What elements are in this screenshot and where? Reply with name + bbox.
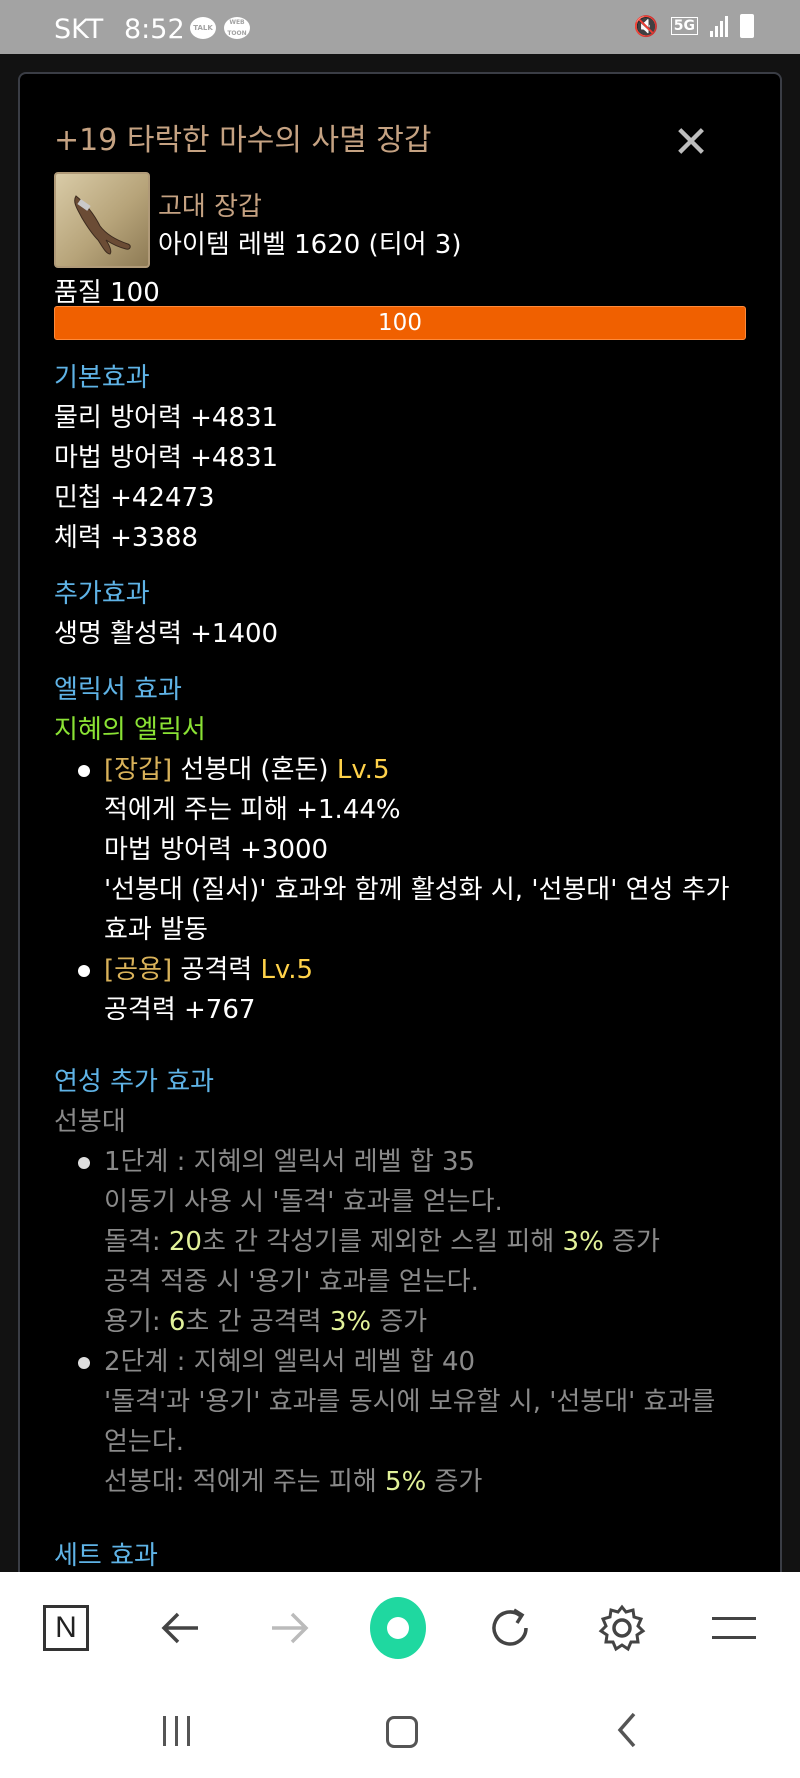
mute-icon: 🔇 [633, 14, 659, 38]
stage1-value: 3% [329, 1307, 372, 1337]
stage1-value: 3% [562, 1227, 604, 1257]
glove-icon [74, 195, 131, 255]
stage2-line: 선봉대: 적에게 주는 피해 5% 증가 [104, 1466, 482, 1498]
elixir-option-line: 효과 발동 [104, 915, 208, 945]
stage1-line: 이동기 사용 시 '돌격' 효과를 얻는다. [104, 1187, 503, 1217]
stage2-line: 얻는다. [104, 1427, 185, 1457]
elixir-option-level: Lv.5 [336, 755, 390, 785]
recent-apps-icon[interactable] [163, 1716, 190, 1746]
system-nav-bar [0, 1682, 800, 1778]
set-effect-heading: 세트 효과 [54, 1541, 158, 1571]
network-5g-icon: 5G [670, 17, 698, 35]
stage1-line: 용기: 6초 간 공격력 3% 증가 [104, 1306, 427, 1338]
item-type: 고대 장갑 [158, 192, 262, 222]
webtoon-icon: WEB TOON [224, 17, 250, 39]
elixir-option-name: 선봉대 (혼돈) [180, 755, 329, 785]
stage1-text: 용기: [104, 1307, 169, 1337]
stage2-title: 2단계 : 지혜의 엘릭서 레벨 합 40 [104, 1347, 476, 1377]
back-arrow-icon[interactable] [152, 1600, 208, 1656]
elixir-name: 지혜의 엘릭서 [54, 715, 206, 745]
close-icon[interactable]: ✕ [670, 121, 712, 166]
basic-effect-line: 물리 방어력 +4831 [54, 403, 279, 433]
bullet-icon [78, 965, 90, 977]
stage2-text: 증가 [426, 1467, 483, 1497]
stage1-line: 공격 적중 시 '용기' 효과를 얻는다. [104, 1267, 479, 1297]
elixir-option-slot: [공용] [104, 955, 173, 985]
elixir-heading: 엘릭서 효과 [54, 675, 182, 705]
kakaotalk-icon: TALK [190, 17, 216, 39]
item-title: +19 타락한 마수의 사멸 장갑 [54, 123, 432, 158]
stage1-line: 돌격: 20초 간 각성기를 제외한 스킬 피해 3% 증가 [104, 1226, 660, 1258]
stage1-value: 6 [168, 1307, 186, 1337]
stage1-text: 초 간 각성기를 제외한 스킬 피해 [201, 1227, 563, 1257]
additional-effect-heading: 추가효과 [54, 579, 150, 609]
elixir-option-level: Lv.5 [260, 955, 314, 985]
additional-effect-line: 생명 활성력 +1400 [54, 619, 279, 649]
naver-icon[interactable]: N [38, 1600, 94, 1656]
elixir-option-line: 적에게 주는 피해 +1.44% [104, 795, 401, 825]
basic-effect-line: 마법 방어력 +4831 [54, 443, 279, 473]
elixir-option-slot: [장갑] [104, 755, 173, 785]
stage1-text: 증가 [603, 1227, 660, 1257]
basic-effect-line: 민첩 +42473 [54, 483, 215, 513]
item-thumbnail [54, 172, 150, 268]
synthesis-name: 선봉대 [54, 1107, 126, 1137]
green-dot-icon[interactable] [370, 1597, 426, 1659]
quality-bar: 100 [54, 306, 746, 340]
clock: 8:52 [124, 14, 185, 45]
elixir-option-line: 마법 방어력 +3000 [104, 835, 329, 865]
carrier-label: SKT [54, 14, 104, 45]
synthesis-heading: 연성 추가 효과 [54, 1067, 215, 1097]
bullet-icon [78, 1157, 90, 1169]
quality-label: 품질 100 [54, 278, 160, 308]
elixir-option-name: 공격력 [180, 955, 253, 985]
signal-icon [710, 15, 728, 37]
status-icons: 🔇 5G [634, 14, 754, 38]
stage1-text: 증가 [371, 1307, 428, 1337]
stage1-text: 초 간 공격력 [185, 1307, 330, 1337]
settings-icon[interactable] [594, 1600, 650, 1656]
battery-icon [740, 14, 754, 38]
stage2-text: 선봉대: 적에게 주는 피해 [104, 1467, 386, 1497]
stage2-value: 5% [385, 1467, 427, 1497]
basic-effect-line: 체력 +3388 [54, 523, 199, 553]
stage2-line: '돌격'과 '용기' 효과를 동시에 보유할 시, '선봉대' 효과를 [104, 1387, 716, 1417]
stage1-text: 돌격: [104, 1227, 169, 1257]
bullet-icon [78, 1357, 90, 1369]
status-bar: SKT 8:52 TALK WEB TOON 🔇 5G [0, 0, 800, 54]
basic-effect-heading: 기본효과 [54, 363, 150, 393]
elixir-option-title: [장갑] 선봉대 (혼돈) Lv.5 [104, 754, 390, 786]
elixir-option-line: 공격력 +767 [104, 995, 256, 1025]
forward-arrow-icon[interactable] [262, 1600, 318, 1656]
bullet-icon [78, 765, 90, 777]
home-icon[interactable] [386, 1716, 418, 1748]
elixir-option-line: '선봉대 (질서)' 효과와 함께 활성화 시, '선봉대' 연성 추가 [104, 875, 730, 905]
stage1-value: 20 [168, 1227, 202, 1257]
elixir-option-title: [공용] 공격력 Lv.5 [104, 954, 313, 986]
refresh-icon[interactable] [482, 1600, 538, 1656]
system-back-icon[interactable] [614, 1710, 638, 1760]
browser-toolbar: N [0, 1572, 800, 1682]
item-level: 아이템 레벨 1620 (티어 3) [158, 230, 462, 260]
stage1-title: 1단계 : 지혜의 엘릭서 레벨 합 35 [104, 1147, 476, 1177]
menu-icon[interactable] [706, 1600, 762, 1656]
